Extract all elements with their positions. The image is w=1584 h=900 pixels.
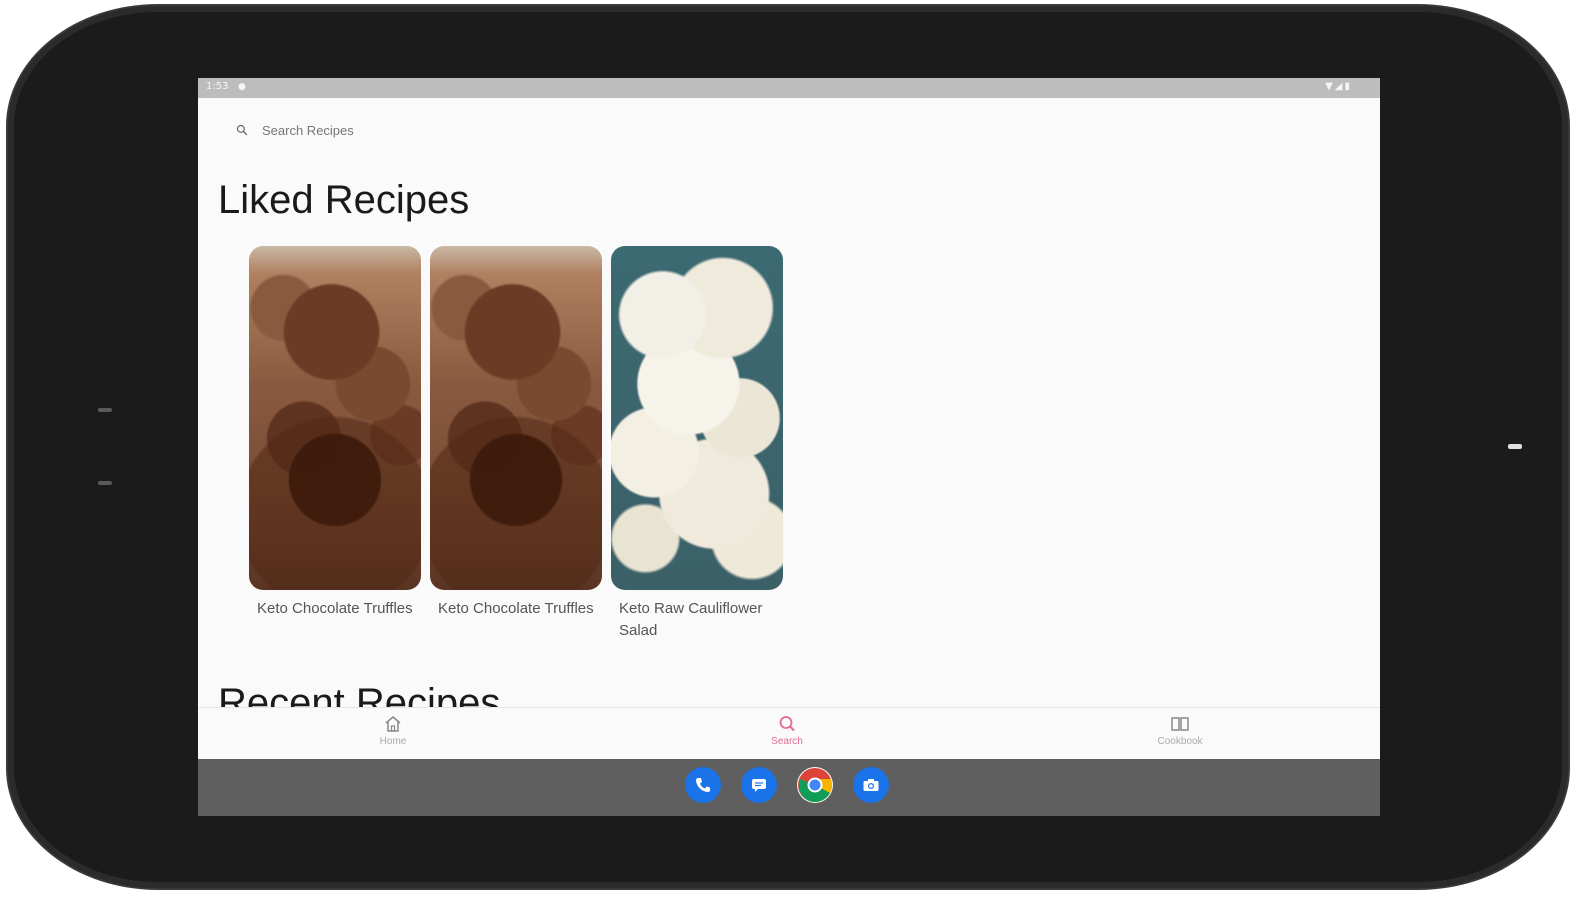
side-button bbox=[98, 481, 112, 485]
sync-icon: ● bbox=[238, 82, 246, 92]
dock-apps bbox=[685, 767, 889, 803]
nav-search-label: Search bbox=[771, 736, 803, 747]
recipe-photo[interactable] bbox=[249, 246, 421, 590]
recipe-photo[interactable] bbox=[611, 246, 783, 590]
android-dock bbox=[198, 759, 1380, 816]
nav-search[interactable]: Search bbox=[727, 714, 847, 747]
nav-cookbook[interactable]: Cookbook bbox=[1120, 714, 1240, 747]
chrome-icon[interactable] bbox=[797, 767, 833, 803]
search-icon bbox=[236, 124, 248, 136]
wifi-icon: ▼ bbox=[1325, 81, 1335, 92]
status-time: 1:53 bbox=[206, 81, 229, 92]
recipe-photo[interactable] bbox=[430, 246, 602, 590]
recent-recipes-heading: Recent Recipes bbox=[218, 681, 501, 708]
bottom-navigation: Home Search Cookbook bbox=[198, 707, 1380, 760]
status-icons: ▼◢▮ bbox=[1325, 81, 1352, 92]
nav-cookbook-label: Cookbook bbox=[1157, 736, 1203, 747]
search-icon bbox=[779, 716, 795, 732]
home-icon bbox=[385, 716, 401, 732]
recipe-card[interactable]: Keto Raw Cauliflower Salad bbox=[611, 246, 783, 642]
recipe-card[interactable]: Keto Chocolate Truffles bbox=[249, 246, 421, 620]
recipe-title[interactable]: Keto Chocolate Truffles bbox=[430, 598, 598, 620]
camera-icon[interactable] bbox=[853, 767, 889, 803]
book-icon bbox=[1171, 717, 1189, 731]
liked-recipes-heading: Liked Recipes bbox=[218, 178, 470, 222]
app-screen: 1:53 ● ▼◢▮ Liked Recipes Keto Chocolate … bbox=[198, 78, 1380, 816]
search-input[interactable] bbox=[262, 122, 562, 138]
recipe-card[interactable]: Keto Chocolate Truffles bbox=[430, 246, 602, 620]
phone-icon[interactable] bbox=[685, 767, 721, 803]
nav-home-label: Home bbox=[379, 736, 407, 747]
messages-icon[interactable] bbox=[741, 767, 777, 803]
side-button bbox=[98, 408, 112, 412]
recipe-title[interactable]: Keto Chocolate Truffles bbox=[249, 598, 417, 620]
status-bar: 1:53 ● ▼◢▮ bbox=[198, 78, 1380, 98]
recipe-title[interactable]: Keto Raw Cauliflower Salad bbox=[611, 598, 779, 642]
side-button bbox=[1508, 444, 1522, 449]
search-bar[interactable] bbox=[236, 118, 562, 142]
battery-icon: ▮ bbox=[1344, 81, 1352, 92]
nav-home[interactable]: Home bbox=[333, 714, 453, 747]
